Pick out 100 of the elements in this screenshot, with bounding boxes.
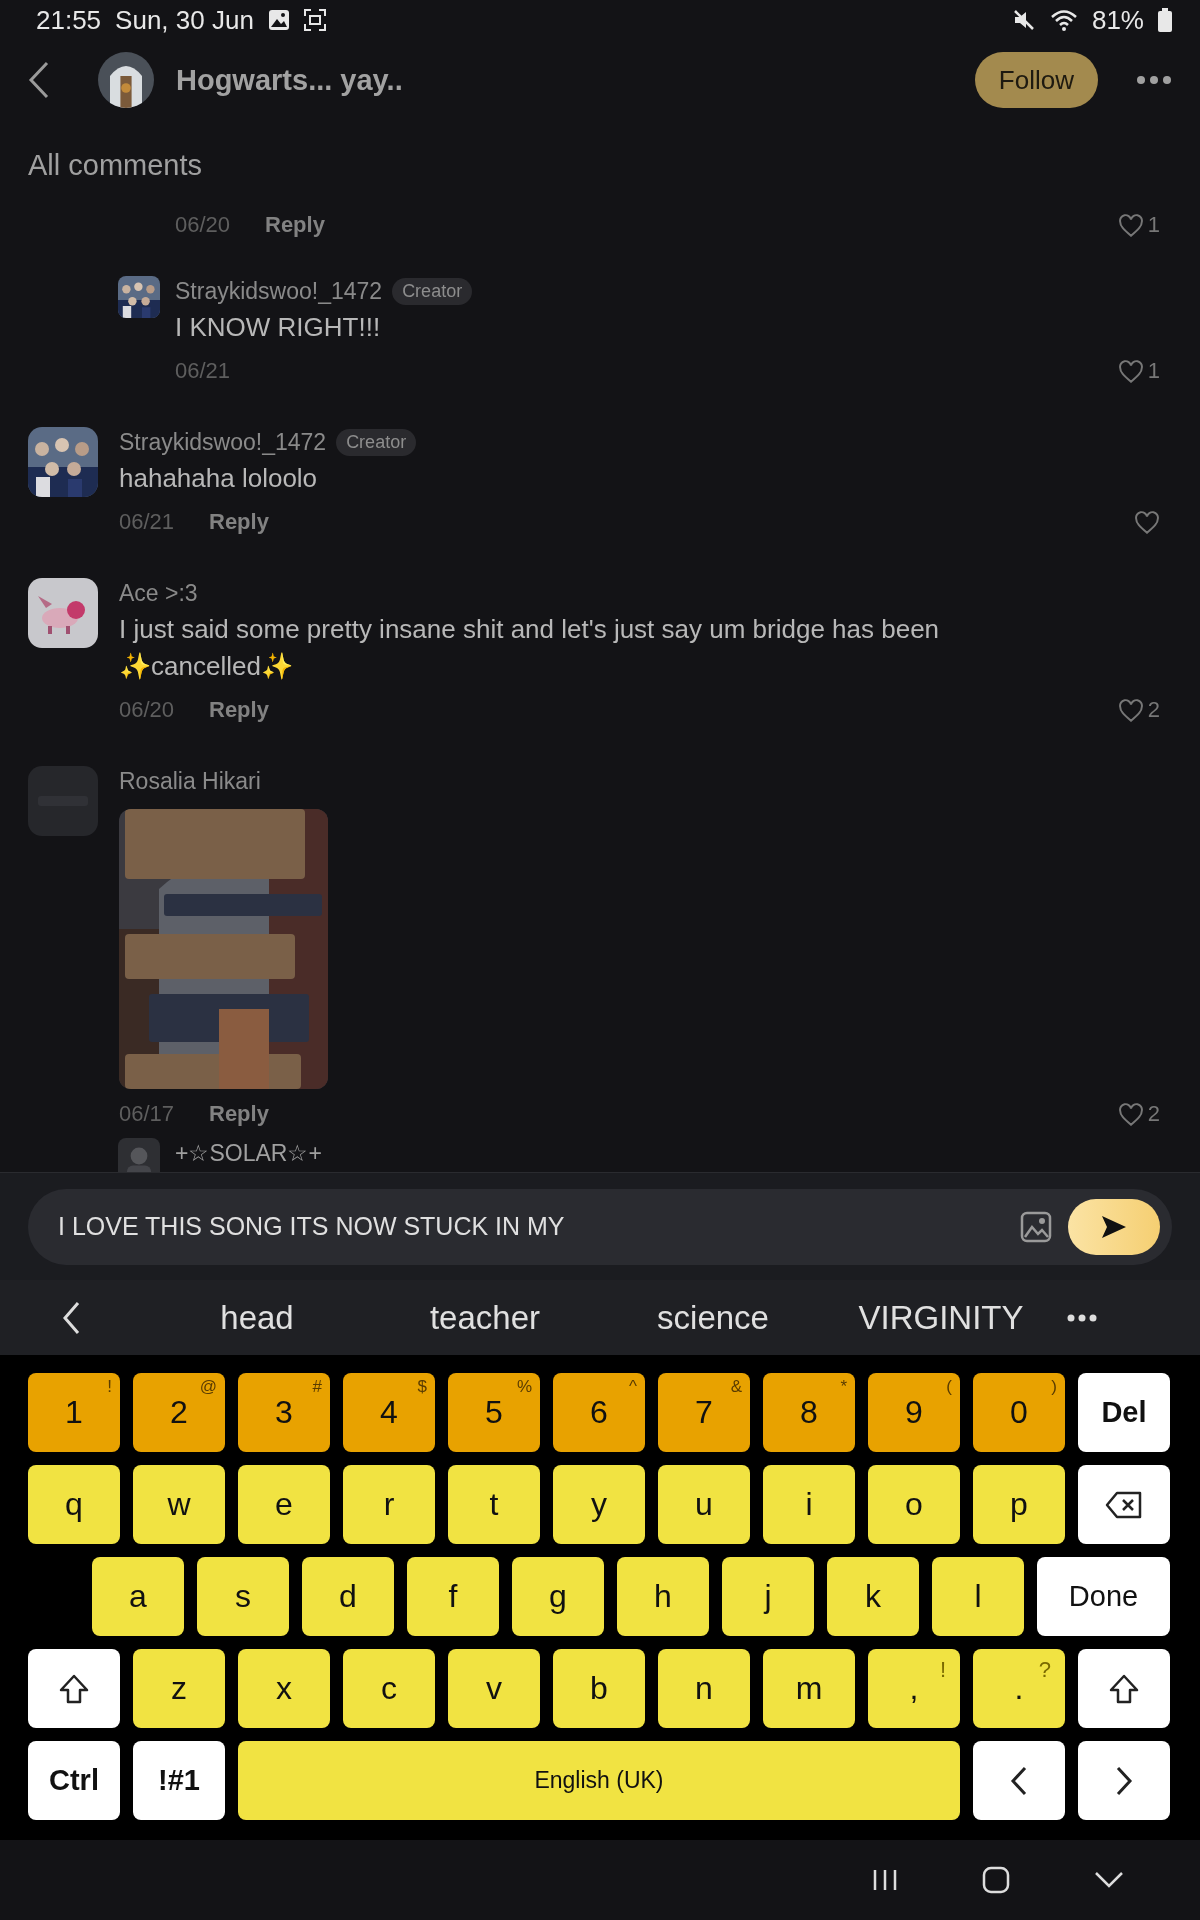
shift-key[interactable] — [28, 1649, 120, 1728]
reply-link[interactable]: Reply — [209, 697, 269, 723]
key[interactable]: Ctrl — [28, 1741, 120, 1820]
like-button[interactable]: 1 — [1117, 212, 1160, 238]
reply-link[interactable]: Reply — [265, 212, 325, 238]
shift-key[interactable] — [1078, 1649, 1170, 1728]
key[interactable]: p — [973, 1465, 1065, 1544]
left-key[interactable] — [973, 1741, 1065, 1820]
heart-icon — [1117, 359, 1144, 383]
author-name: Straykidswoo!_1472 — [175, 277, 383, 305]
key-hint: ! — [939, 1657, 946, 1683]
key[interactable]: h — [617, 1557, 709, 1636]
author-name: Ace >:3 — [119, 579, 198, 607]
key[interactable]: j — [722, 1557, 814, 1636]
key[interactable]: 8 * — [763, 1373, 855, 1452]
done-key[interactable]: Done — [1037, 1557, 1170, 1636]
more-icon[interactable] — [1067, 1313, 1097, 1322]
key-hint: # — [312, 1377, 322, 1397]
comment-date: 06/21 — [119, 509, 176, 535]
suggestion[interactable]: VIRGINITY — [827, 1297, 1055, 1338]
key[interactable]: b — [553, 1649, 645, 1728]
key[interactable]: n — [658, 1649, 750, 1728]
screen-capture-icon — [303, 9, 326, 31]
key[interactable]: a — [92, 1557, 184, 1636]
like-button[interactable]: 1 — [1117, 358, 1160, 384]
key[interactable]: c — [343, 1649, 435, 1728]
key[interactable]: y — [553, 1465, 645, 1544]
creator-badge: Creator — [392, 277, 473, 305]
like-button[interactable] — [1134, 510, 1160, 534]
key[interactable]: Del — [1078, 1373, 1170, 1452]
author-name: +☆SOLAR☆+ — [175, 1139, 322, 1167]
key[interactable]: . ? — [973, 1649, 1065, 1728]
key[interactable]: r — [343, 1465, 435, 1544]
back-icon[interactable] — [28, 61, 50, 99]
key[interactable]: g — [512, 1557, 604, 1636]
battery-icon — [1158, 8, 1172, 32]
comment-date: 06/20 — [119, 697, 176, 723]
author-name: Rosalia Hikari — [119, 767, 261, 795]
key-hint: ? — [1038, 1657, 1051, 1683]
follow-button[interactable]: Follow — [974, 52, 1098, 108]
key[interactable]: 7 & — [658, 1373, 750, 1452]
recent-apps-icon[interactable] — [872, 1868, 898, 1892]
key[interactable]: z — [133, 1649, 225, 1728]
comment-date: 06/20 — [175, 212, 232, 238]
key[interactable]: s — [197, 1557, 289, 1636]
backspace-key[interactable] — [1078, 1465, 1170, 1544]
like-button[interactable]: 2 — [1117, 697, 1160, 723]
space-key[interactable]: English (UK) — [238, 1741, 960, 1820]
comment-text: I KNOW RIGHT!!! — [175, 311, 382, 344]
author-name: Straykidswoo!_1472 — [119, 428, 327, 456]
section-title: All comments — [27, 147, 204, 183]
more-icon[interactable] — [1136, 75, 1172, 85]
comment-date: 06/21 — [175, 358, 232, 384]
key[interactable]: m — [763, 1649, 855, 1728]
key[interactable]: x — [238, 1649, 330, 1728]
key[interactable]: 2 @ — [133, 1373, 225, 1452]
key-hint: * — [840, 1377, 847, 1397]
key[interactable]: e — [238, 1465, 330, 1544]
comment-field[interactable]: I LOVE THIS SONG ITS NOW STUCK IN MY — [28, 1188, 1172, 1265]
suggestion[interactable]: head — [143, 1297, 371, 1338]
key[interactable]: f — [407, 1557, 499, 1636]
key-hint: ! — [107, 1377, 112, 1397]
key-hint: ) — [1051, 1377, 1057, 1397]
key[interactable]: t — [448, 1465, 540, 1544]
hide-keyboard-icon[interactable] — [1094, 1871, 1124, 1889]
key[interactable]: l — [932, 1557, 1024, 1636]
suggestion[interactable]: teacher — [371, 1297, 599, 1338]
key[interactable]: 1 ! — [28, 1373, 120, 1452]
key[interactable]: o — [868, 1465, 960, 1544]
key[interactable]: k — [827, 1557, 919, 1636]
heart-icon — [1117, 213, 1144, 237]
key[interactable]: 6 ^ — [553, 1373, 645, 1452]
right-key[interactable] — [1078, 1741, 1170, 1820]
shift-icon — [1108, 1672, 1140, 1705]
key[interactable]: 9 ( — [868, 1373, 960, 1452]
suggestion[interactable]: science — [599, 1297, 827, 1338]
key[interactable]: 5 % — [448, 1373, 540, 1452]
key-hint: ^ — [629, 1377, 637, 1397]
key[interactable]: i — [763, 1465, 855, 1544]
key[interactable]: 0 ) — [973, 1373, 1065, 1452]
key[interactable]: w — [133, 1465, 225, 1544]
send-button[interactable] — [1068, 1198, 1160, 1255]
key[interactable]: u — [658, 1465, 750, 1544]
like-button[interactable]: 2 — [1117, 1101, 1160, 1127]
battery-level: 81% — [1091, 4, 1144, 36]
backspace-icon — [1105, 1490, 1143, 1519]
key[interactable]: d — [302, 1557, 394, 1636]
status-date: Sun, 30 Jun — [115, 4, 254, 36]
image-icon[interactable] — [1020, 1210, 1052, 1243]
key[interactable]: q — [28, 1465, 120, 1544]
key[interactable]: !#1 — [133, 1741, 225, 1820]
key[interactable]: , ! — [868, 1649, 960, 1728]
key-hint: ( — [946, 1377, 952, 1397]
key[interactable]: 3 # — [238, 1373, 330, 1452]
reply-link[interactable]: Reply — [209, 509, 269, 535]
key[interactable]: 4 $ — [343, 1373, 435, 1452]
key[interactable]: v — [448, 1649, 540, 1728]
comment-text: I just said some pretty insane shit and let's just say um bridge has been — [119, 613, 941, 646]
reply-link[interactable]: Reply — [209, 1101, 269, 1127]
home-icon[interactable] — [982, 1866, 1010, 1894]
